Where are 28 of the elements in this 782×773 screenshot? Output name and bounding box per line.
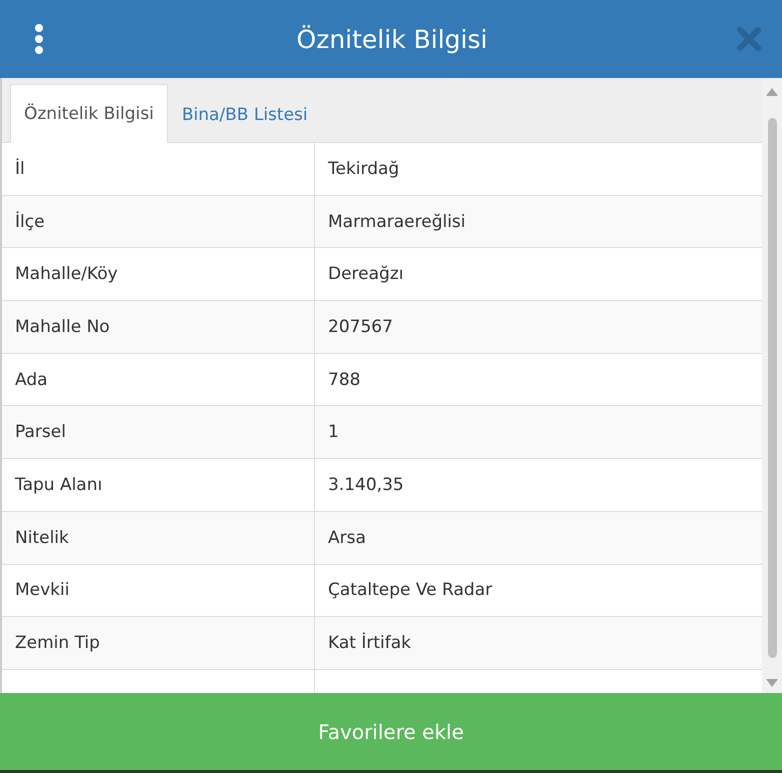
field-label: Mahalle No — [2, 301, 315, 353]
field-label: Ada — [2, 354, 315, 406]
add-favorites-button[interactable]: Favorilere ekle — [0, 693, 782, 770]
close-icon[interactable] — [736, 26, 762, 52]
scroll-down-icon[interactable] — [766, 679, 778, 687]
scroll-up-icon[interactable] — [766, 88, 778, 96]
field-label: Nitelik — [2, 512, 315, 564]
window-title: Öznitelik Bilgisi — [296, 24, 488, 54]
field-value: Çataltepe Ve Radar — [327, 579, 494, 602]
field-value: 3.140,35 — [327, 474, 405, 497]
field-value: Kat İrtifak — [327, 632, 412, 656]
field-value: 207567 — [327, 316, 394, 339]
field-value: 788 — [327, 368, 362, 392]
field-value: Tekirdağ — [327, 158, 400, 181]
field-label: Zemin Tip — [2, 617, 315, 669]
field-label: Parsel — [2, 406, 315, 458]
field-label: Mevkii — [2, 564, 315, 616]
field-label: Mahalle/Köy — [2, 248, 315, 300]
field-value: Marmaraereğlisi — [327, 210, 467, 234]
field-value: Dereağzı — [327, 263, 404, 286]
field-label: Tapu Alanı — [2, 459, 315, 511]
field-label: İlçe — [2, 196, 315, 248]
tab[interactable]: Öznitelik Bilgisi — [10, 84, 168, 143]
field-value: Arsa — [327, 526, 367, 550]
field-label: İl — [2, 143, 315, 195]
tab[interactable]: Bina/BB Listesi — [168, 85, 322, 143]
field-value: 1 — [327, 421, 340, 444]
scrollbar-thumb[interactable] — [768, 118, 776, 658]
